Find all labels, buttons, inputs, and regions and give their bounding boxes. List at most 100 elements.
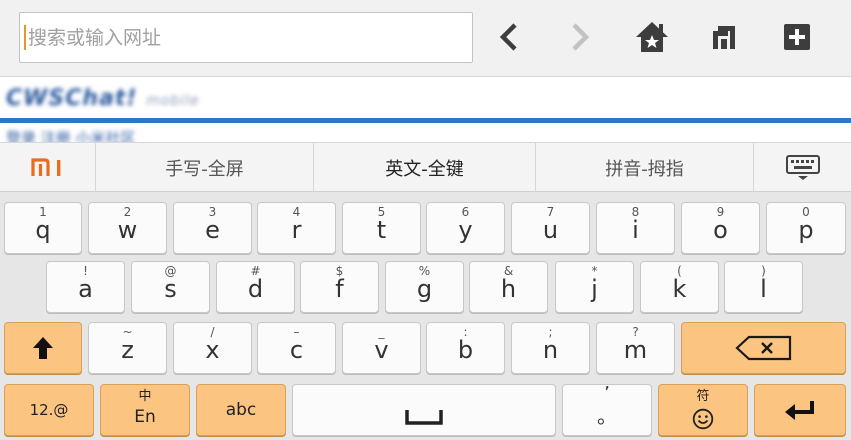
key-f[interactable]: $ f (300, 261, 379, 313)
key-m[interactable]: ? m (596, 322, 675, 374)
key-letter: q (35, 216, 51, 244)
back-button[interactable] (489, 17, 529, 57)
mi-logo-icon (30, 157, 60, 176)
key-o[interactable]: 9o (681, 202, 760, 254)
tabs-button[interactable] (704, 17, 744, 57)
key-w[interactable]: 2w (88, 202, 167, 254)
language-switch-key[interactable]: 中 En (100, 384, 190, 436)
mode-pinyin-thumb[interactable]: 拼音-拇指 (536, 143, 754, 192)
key-y[interactable]: 6y (426, 202, 505, 254)
punctuation-key-bottom: 。 (597, 404, 617, 428)
space-key-center (293, 385, 555, 435)
key-letter: n (542, 336, 559, 364)
key-letter: b (457, 336, 474, 364)
key-letter: l (760, 275, 767, 303)
key-a[interactable]: ! a (46, 261, 125, 313)
punctuation-key[interactable]: ’ 。 (562, 384, 652, 436)
key-letter: z (121, 336, 134, 364)
key-e[interactable]: 3e (173, 202, 252, 254)
symbol-key-label: 符 (696, 389, 710, 404)
key-letter: x (205, 336, 220, 364)
key-letter: s (164, 275, 177, 303)
shift-arrow-icon (33, 337, 53, 359)
ime-keyboard: 手写-全屏 英文-全键 拼音-拇指 1q 2w 3e 4r 5t 6y 7u 8… (0, 142, 851, 440)
enter-return-icon (785, 401, 814, 420)
input-mode-bar: 手写-全屏 英文-全键 拼音-拇指 (0, 142, 851, 192)
key-letter: g (416, 275, 433, 303)
language-key-top: 中 (138, 389, 152, 404)
url-search-input[interactable] (19, 12, 473, 63)
shift-key-center (5, 323, 81, 373)
hide-keyboard-button[interactable] (754, 143, 851, 192)
number-symbol-key[interactable]: 12.@ (4, 384, 94, 436)
key-letter: a (78, 275, 93, 303)
key-letter: j (591, 275, 598, 303)
punctuation-key-top: ’ (604, 383, 610, 404)
key-p[interactable]: 0p (766, 202, 846, 254)
key-letter: o (713, 216, 728, 244)
key-letter: r (291, 216, 302, 244)
key-letter: k (672, 275, 687, 303)
key-letter: p (798, 216, 814, 244)
mode-pinyin-label: 拼音-拇指 (605, 158, 684, 180)
key-letter: t (376, 216, 387, 244)
key-n[interactable]: ; n (511, 322, 590, 374)
back-arrow-icon (499, 23, 517, 51)
key-letter: d (247, 275, 264, 303)
forward-button[interactable] (560, 17, 600, 57)
key-r[interactable]: 4r (257, 202, 336, 254)
home-icon (636, 22, 668, 52)
key-letter: c (289, 336, 304, 364)
symbol-emoji-key[interactable]: 符 (658, 384, 748, 436)
tabs-icon (713, 26, 735, 49)
new-tab-button[interactable] (777, 17, 817, 57)
enter-key[interactable] (754, 384, 846, 436)
mode-handwriting[interactable]: 手写-全屏 (96, 143, 314, 192)
home-button[interactable] (632, 17, 672, 57)
emoji-holder (659, 408, 747, 430)
key-h[interactable]: & h (469, 261, 548, 313)
backspace-icon (734, 335, 791, 361)
key-z[interactable]: ~ z (88, 322, 167, 374)
space-key[interactable] (292, 384, 556, 436)
key-t[interactable]: 5t (342, 202, 421, 254)
keyboard-hide-icon (785, 154, 820, 180)
key-b[interactable]: :b (426, 322, 505, 374)
key-letter: f (335, 275, 344, 303)
mode-handwriting-label: 手写-全屏 (165, 158, 244, 180)
text-caret (24, 25, 26, 50)
mode-english-full[interactable]: 英文-全键 (314, 143, 536, 192)
backspace-key[interactable] (681, 322, 846, 374)
key-j[interactable]: * j (555, 261, 634, 313)
shift-key[interactable] (4, 322, 82, 374)
site-logo: CWSChat! mobile (6, 86, 200, 111)
smiley-icon (692, 408, 714, 430)
key-letter: e (205, 216, 220, 244)
key-s[interactable]: @ s (131, 261, 210, 313)
enter-key-center (755, 385, 845, 435)
key-d[interactable]: # d (216, 261, 295, 313)
language-key-bottom: En (134, 407, 156, 427)
key-letter: u (542, 216, 559, 244)
site-text-line: 登录 注册 小米社区 (6, 129, 136, 142)
abc-key-label: abc (225, 400, 257, 420)
backspace-key-center (682, 323, 845, 373)
key-v[interactable]: _ v (342, 322, 421, 374)
mi-logo-button[interactable] (0, 143, 96, 192)
number-key-label: 12.@ (29, 401, 69, 419)
key-q[interactable]: 1q (4, 202, 82, 254)
abc-key[interactable]: abc (196, 384, 286, 436)
key-g[interactable]: % g (385, 261, 464, 313)
key-x[interactable]: / x (173, 322, 252, 374)
abc-key-center: abc (197, 385, 285, 435)
number-key-center: 12.@ (5, 385, 93, 435)
key-l[interactable]: ) l (724, 261, 803, 313)
site-header-bar (0, 118, 851, 123)
key-letter: v (374, 336, 389, 364)
new-tab-icon (784, 24, 810, 50)
key-u[interactable]: 7u (511, 202, 590, 254)
key-i[interactable]: 8i (596, 202, 675, 254)
key-k[interactable]: (k (640, 261, 719, 313)
key-c[interactable]: – c (257, 322, 336, 374)
key-letter: i (632, 216, 639, 244)
